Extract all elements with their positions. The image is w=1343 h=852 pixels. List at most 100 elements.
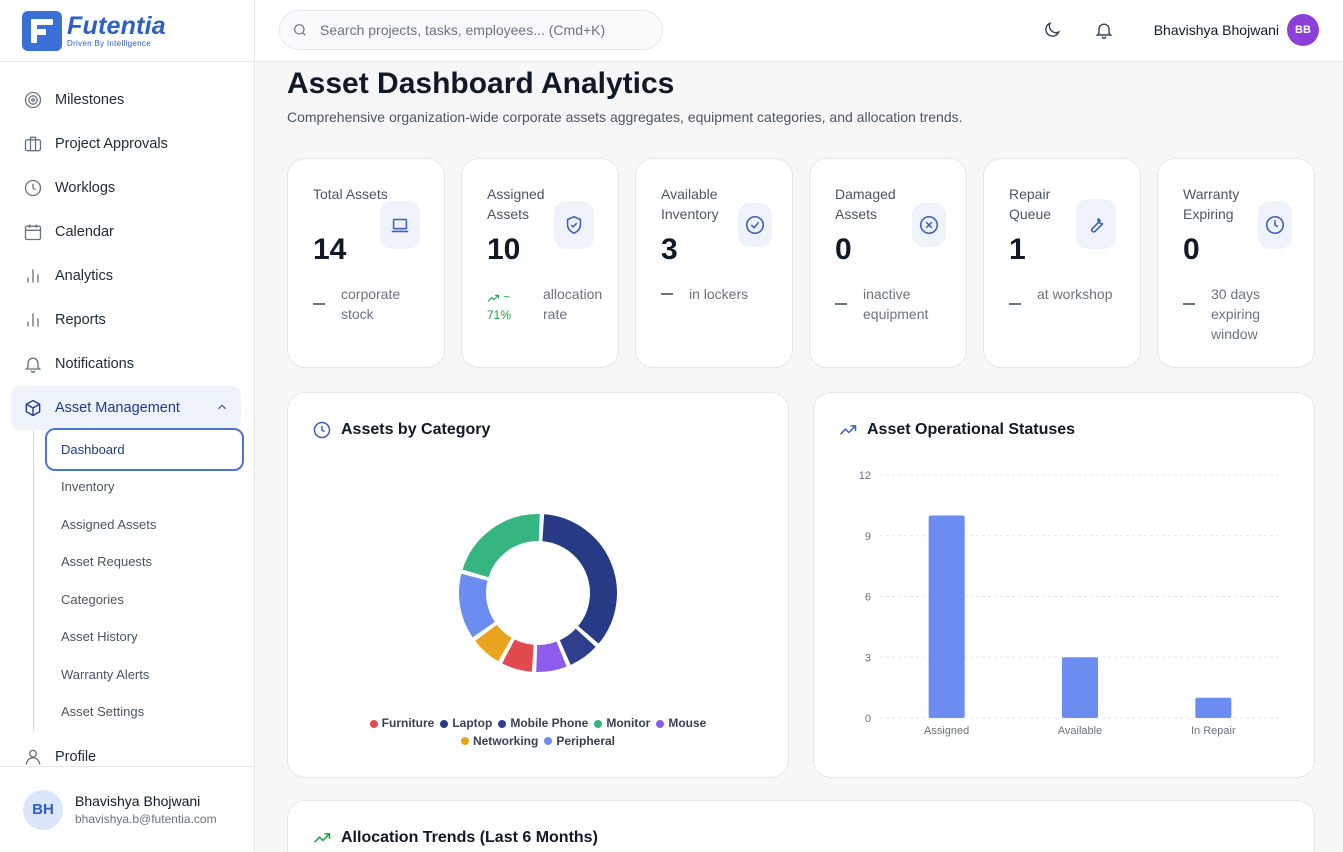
sidebar-item-milestones[interactable]: Milestones [0, 78, 254, 122]
panel-title: Asset Operational Statuses [838, 420, 1075, 440]
legend-item[interactable]: Networking [460, 733, 538, 750]
sidebar-item-calendar[interactable]: Calendar [0, 210, 254, 254]
stat-value: 1 [1009, 233, 1026, 266]
stat-card-total-assets: Total Assets 14 corporate stock [287, 158, 445, 368]
sidebar-item-label: Milestones [55, 92, 125, 108]
legend-label: Laptop [452, 716, 493, 730]
sidebar-item-project-approvals[interactable]: Project Approvals [0, 122, 254, 166]
subnav-item-asset-history[interactable]: Asset History [45, 618, 254, 656]
logo-icon [22, 10, 62, 51]
y-tick-label: 12 [859, 470, 871, 482]
category-donut-chart [457, 512, 619, 674]
user-name: Bhavishya Bhojwani [1153, 22, 1279, 38]
stat-value: 0 [1183, 233, 1200, 266]
stat-foot: allocation rate [543, 286, 603, 322]
stat-value: 10 [487, 233, 521, 266]
profile-name: Bhavishya Bhojwani [75, 793, 201, 809]
bar-chart-icon [27, 313, 39, 327]
stat-foot: inactive equipment [863, 286, 929, 322]
legend-swatch [460, 737, 469, 745]
sidebar-item-worklogs[interactable]: Worklogs [0, 166, 254, 210]
status-bar-chart: 0 3 6 9 12 Assigned Available In Repair [859, 470, 1280, 737]
bar-chart-icon [27, 269, 39, 283]
stat-card-damaged-assets: Damaged Assets 0 inactive equipment [809, 158, 967, 368]
allocation-trend-panel: Allocation Trends (Last 6 Months) [287, 800, 1315, 852]
neutral-trend-icon [1009, 303, 1021, 305]
stat-value: 14 [313, 233, 347, 266]
profile-card[interactable]: BH Bhavishya Bhojwani bhavishya.b@futent… [0, 766, 255, 852]
search-icon [294, 24, 306, 36]
subnav-item-inventory[interactable]: Inventory [45, 468, 254, 506]
stat-label: Damaged Assets [835, 186, 896, 222]
sidebar-item-analytics[interactable]: Analytics [0, 254, 254, 298]
bar-available[interactable] [1062, 657, 1098, 718]
y-tick-label: 6 [865, 592, 871, 604]
sidebar-item-label: Calendar [55, 224, 114, 240]
asset-submenu: Dashboard Inventory Assigned Assets Asse… [33, 428, 254, 731]
sidebar-item-asset-management[interactable]: Asset Management [11, 386, 241, 430]
donut-slice-laptop[interactable] [540, 512, 619, 647]
stat-card-assigned-assets: Assigned Assets 10 ~ 71% allocation rate [461, 158, 619, 368]
laptop-icon [391, 218, 409, 233]
stat-card-repair-queue: Repair Queue 1 at workshop [983, 158, 1141, 368]
donut-slice-monitor[interactable] [460, 512, 542, 580]
legend-label: Mouse [668, 716, 707, 730]
bar-assigned[interactable] [928, 515, 965, 719]
legend-label: Furniture [381, 716, 435, 730]
sidebar-item-label: Profile [55, 748, 97, 765]
stat-label: Warranty Expiring [1183, 186, 1240, 222]
stat-foot: at workshop [1037, 286, 1113, 302]
legend-label: Monitor [606, 716, 651, 730]
clock-icon [313, 421, 331, 439]
y-tick-label: 0 [865, 713, 871, 725]
legend-item[interactable]: Monitor [594, 715, 650, 732]
status-chart-title: Asset Operational Statuses [867, 421, 1076, 438]
user-menu[interactable]: Bhavishya Bhojwani BB [1154, 14, 1319, 46]
bell-icon[interactable] [1094, 20, 1114, 40]
moon-icon[interactable] [1042, 20, 1062, 40]
user-icon [25, 749, 41, 765]
bar-in-repair[interactable] [1195, 697, 1232, 718]
panel-title: Allocation Trends (Last 6 Months) [312, 828, 598, 848]
wrench-icon [1091, 217, 1104, 233]
legend-item[interactable]: Laptop [440, 715, 492, 732]
clock-icon [24, 179, 42, 197]
stat-foot: in lockers [689, 286, 749, 302]
sidebar-item-label: Analytics [55, 268, 114, 284]
page-subtitle: Comprehensive organization-wide corporat… [287, 109, 963, 125]
sidebar-item-label: Notifications [55, 356, 134, 372]
box-icon [25, 399, 41, 417]
sidebar-item-label: Worklogs [55, 180, 116, 196]
main-content: Asset Dashboard Analytics Comprehensive … [255, 62, 1343, 852]
page-title: Asset Dashboard Analytics [287, 67, 675, 100]
chevron-up-icon[interactable] [215, 400, 229, 414]
subnav-item-assigned-assets[interactable]: Assigned Assets [45, 506, 254, 544]
category-chart-title: Assets by Category [341, 421, 491, 438]
subnav-item-asset-requests[interactable]: Asset Requests [45, 543, 254, 581]
status-panel: Asset Operational Statuses 0 3 6 9 12 Assigne… [813, 392, 1315, 778]
subnav-item-asset-settings[interactable]: Asset Settings [45, 693, 254, 731]
legend-item[interactable]: Peripheral [544, 733, 615, 750]
sidebar-item-reports[interactable]: Reports [0, 298, 254, 342]
search-input[interactable] [320, 22, 640, 38]
trending-up-icon [313, 833, 331, 843]
x-tick-label: Available [1058, 725, 1102, 737]
sidebar-item-notifications[interactable]: Notifications [0, 342, 254, 386]
logo[interactable]: Futentia Driven By Intelligence [0, 0, 254, 62]
sidebar-item-label: Reports [55, 312, 106, 328]
profile-email: bhavishya.b@futentia.com [75, 812, 217, 826]
category-panel: Assets by Category Furniture Laptop Mobile… [287, 392, 789, 778]
legend-item[interactable]: Mouse [656, 715, 706, 732]
x-tick-label: Assigned [924, 725, 969, 737]
panel-title: Assets by Category [312, 420, 490, 440]
trend-up: ~ 71% [487, 288, 533, 324]
y-tick-label: 3 [865, 652, 871, 664]
legend-item[interactable]: Mobile Phone [498, 715, 588, 732]
legend-swatch [369, 719, 378, 728]
legend-item[interactable]: Furniture [369, 715, 435, 732]
subnav-item-categories[interactable]: Categories [45, 581, 254, 619]
legend-swatch [594, 719, 603, 728]
subnav-item-warranty-alerts[interactable]: Warranty Alerts [45, 656, 254, 694]
subnav-item-dashboard[interactable]: Dashboard [45, 428, 244, 471]
x-tick-label: In Repair [1191, 725, 1236, 737]
